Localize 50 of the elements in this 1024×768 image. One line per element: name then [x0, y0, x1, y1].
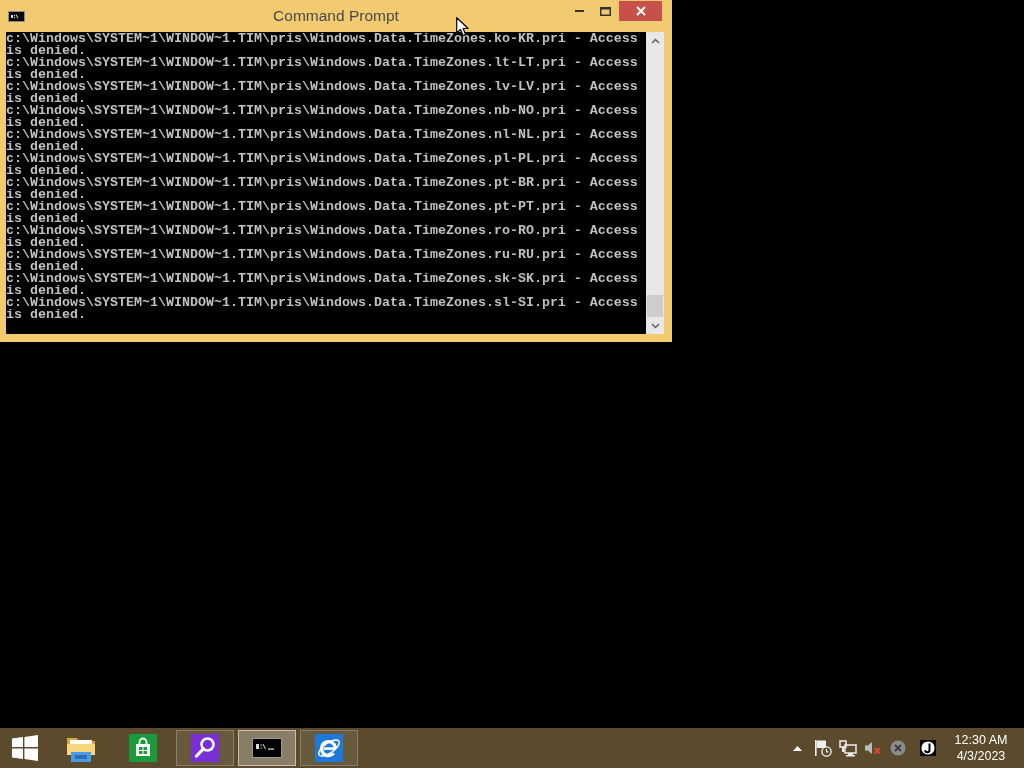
windows-logo-icon [12, 735, 38, 761]
taskbar-button[interactable] [176, 730, 234, 766]
console-line: c:\Windows\SYSTEM~1\WINDOW~1.TIM\pris\Windows.Data.TimeZones.sl-SI.pri - Access [6, 297, 638, 309]
console-line: c:\Windows\SYSTEM~1\WINDOW~1.TIM\pris\Windows.Data.TimeZones.lt-LT.pri - Access [6, 57, 638, 69]
chevron-up-icon [650, 37, 660, 44]
minimize-icon [574, 10, 584, 12]
console-line: c:\Windows\SYSTEM~1\WINDOW~1.TIM\pris\Windows.Data.TimeZones.ro-RO.pri - Access [6, 225, 638, 237]
console-line: is denied. [6, 189, 86, 201]
console-line: c:\Windows\SYSTEM~1\WINDOW~1.TIM\pris\Windows.Data.TimeZones.pl-PL.pri - Access [6, 153, 638, 165]
console-line: c:\Windows\SYSTEM~1\WINDOW~1.TIM\pris\Windows.Data.TimeZones.nb-NO.pri - Access [6, 105, 638, 117]
console-line: is denied. [6, 141, 86, 153]
circle-x-icon [889, 740, 906, 756]
console-line: c:\Windows\SYSTEM~1\WINDOW~1.TIM\pris\Windows.Data.TimeZones.ru-RU.pri - Access [6, 249, 638, 261]
console-line: is denied. [6, 69, 86, 81]
console-line: c:\Windows\SYSTEM~1\WINDOW~1.TIM\pris\Windows.Data.TimeZones.lv-LV.pri - Access [6, 81, 638, 93]
close-button[interactable] [619, 1, 662, 21]
console-line: is denied. [6, 213, 86, 225]
console-line: is denied. [6, 165, 86, 177]
console-line: c:\Windows\SYSTEM~1\WINDOW~1.TIM\pris\Windows.Data.TimeZones.pt-BR.pri - Access [6, 177, 638, 189]
network-monitor-icon [838, 739, 857, 757]
console-line: c:\Windows\SYSTEM~1\WINDOW~1.TIM\pris\Windows.Data.TimeZones.pt-PT.pri - Access [6, 201, 638, 213]
shopping-bag-icon [129, 734, 157, 762]
close-icon [635, 6, 646, 16]
scrollbar-thumb[interactable] [647, 295, 663, 317]
console-line: is denied. [6, 237, 86, 249]
chevron-down-icon [650, 322, 660, 329]
console-line: is denied. [6, 93, 86, 105]
flag-clock-icon [813, 739, 832, 757]
console-line: is denied. [6, 261, 86, 273]
console-line: is denied. [6, 309, 86, 321]
clock-time: 12:30 AM [954, 732, 1008, 748]
maximize-icon [599, 6, 611, 16]
taskbar-button[interactable] [300, 730, 358, 766]
terminal-icon [8, 11, 25, 22]
console-line: is denied. [6, 117, 86, 129]
muted-speaker-icon [863, 740, 882, 756]
console-line: c:\Windows\SYSTEM~1\WINDOW~1.TIM\pris\Windows.Data.TimeZones.ko-KR.pri - Access [6, 33, 638, 45]
terminal-icon [252, 738, 282, 758]
window-title: Command Prompt [273, 7, 399, 26]
hook-disc-icon [919, 740, 936, 756]
magnifier-icon [191, 734, 219, 762]
console-line: is denied. [6, 45, 86, 57]
console-line: c:\Windows\SYSTEM~1\WINDOW~1.TIM\pris\Windows.Data.TimeZones.nl-NL.pri - Access [6, 129, 638, 141]
console-line: c:\Windows\SYSTEM~1\WINDOW~1.TIM\pris\Windows.Data.TimeZones.sk-SK.pri - Access [6, 273, 638, 285]
caret-up-icon [793, 745, 802, 751]
taskbar-button[interactable] [238, 730, 296, 766]
clock-date: 4/3/2023 [956, 748, 1006, 764]
scrollbar-track[interactable] [646, 32, 664, 334]
browser-e-icon [315, 734, 343, 762]
console-line: is denied. [6, 285, 86, 297]
